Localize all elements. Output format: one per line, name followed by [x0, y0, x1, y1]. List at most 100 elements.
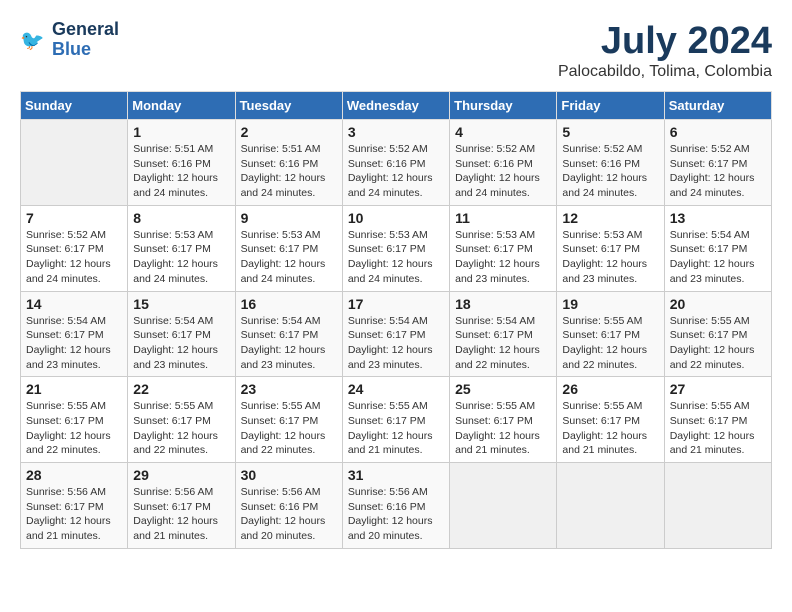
day-number: 4	[455, 124, 551, 140]
day-number: 27	[670, 381, 766, 397]
calendar-cell: 11 Sunrise: 5:53 AM Sunset: 6:17 PM Dayli…	[450, 205, 557, 291]
day-info: Sunrise: 5:53 AM Sunset: 6:17 PM Dayligh…	[562, 228, 658, 287]
day-info: Sunrise: 5:55 AM Sunset: 6:17 PM Dayligh…	[133, 399, 229, 458]
calendar-cell: 23 Sunrise: 5:55 AM Sunset: 6:17 PM Dayli…	[235, 377, 342, 463]
calendar-cell: 31 Sunrise: 5:56 AM Sunset: 6:16 PM Dayli…	[342, 463, 449, 549]
logo-text-general: General	[52, 19, 119, 39]
calendar-cell: 9Sunrise: 5:53 AM Sunset: 6:17 PM Daylig…	[235, 205, 342, 291]
calendar-cell	[664, 463, 771, 549]
logo: 🐦 General Blue	[20, 20, 119, 60]
day-number: 29	[133, 467, 229, 483]
day-number: 30	[241, 467, 337, 483]
calendar-week-row: 1 Sunrise: 5:51 AM Sunset: 6:16 PM Daylig…	[21, 120, 772, 206]
day-number: 20	[670, 296, 766, 312]
calendar-table: SundayMondayTuesdayWednesdayThursdayFrid…	[20, 91, 772, 549]
day-info: Sunrise: 5:52 AM Sunset: 6:17 PM Dayligh…	[670, 142, 766, 201]
day-info: Sunrise: 5:55 AM Sunset: 6:17 PM Dayligh…	[670, 314, 766, 373]
day-number: 1	[133, 124, 229, 140]
day-info: Sunrise: 5:54 AM Sunset: 6:17 PM Dayligh…	[26, 314, 122, 373]
day-info: Sunrise: 5:53 AM Sunset: 6:17 PM Dayligh…	[455, 228, 551, 287]
svg-text:🐦: 🐦	[20, 30, 44, 52]
day-info: Sunrise: 5:55 AM Sunset: 6:17 PM Dayligh…	[562, 399, 658, 458]
weekday-header-cell: Friday	[557, 92, 664, 120]
calendar-cell: 26 Sunrise: 5:55 AM Sunset: 6:17 PM Dayli…	[557, 377, 664, 463]
day-info: Sunrise: 5:56 AM Sunset: 6:16 PM Dayligh…	[241, 485, 337, 544]
day-number: 25	[455, 381, 551, 397]
location-title: Palocabildo, Tolima, Colombia	[558, 63, 772, 81]
calendar-cell: 20 Sunrise: 5:55 AM Sunset: 6:17 PM Dayli…	[664, 291, 771, 377]
calendar-cell	[21, 120, 128, 206]
day-number: 14	[26, 296, 122, 312]
day-info: Sunrise: 5:56 AM Sunset: 6:17 PM Dayligh…	[26, 485, 122, 544]
day-number: 18	[455, 296, 551, 312]
month-title: July 2024	[558, 20, 772, 63]
day-number: 10	[348, 210, 444, 226]
day-number: 2	[241, 124, 337, 140]
day-number: 17	[348, 296, 444, 312]
weekday-header-cell: Monday	[128, 92, 235, 120]
day-number: 16	[241, 296, 337, 312]
calendar-body: 1 Sunrise: 5:51 AM Sunset: 6:16 PM Daylig…	[21, 120, 772, 549]
weekday-header-cell: Thursday	[450, 92, 557, 120]
calendar-cell: 28Sunrise: 5:56 AM Sunset: 6:17 PM Dayli…	[21, 463, 128, 549]
calendar-cell: 19Sunrise: 5:55 AM Sunset: 6:17 PM Dayli…	[557, 291, 664, 377]
day-number: 5	[562, 124, 658, 140]
day-number: 23	[241, 381, 337, 397]
day-info: Sunrise: 5:55 AM Sunset: 6:17 PM Dayligh…	[562, 314, 658, 373]
day-info: Sunrise: 5:51 AM Sunset: 6:16 PM Dayligh…	[241, 142, 337, 201]
day-info: Sunrise: 5:53 AM Sunset: 6:17 PM Dayligh…	[241, 228, 337, 287]
day-info: Sunrise: 5:54 AM Sunset: 6:17 PM Dayligh…	[455, 314, 551, 373]
day-info: Sunrise: 5:55 AM Sunset: 6:17 PM Dayligh…	[670, 399, 766, 458]
day-info: Sunrise: 5:54 AM Sunset: 6:17 PM Dayligh…	[670, 228, 766, 287]
day-number: 8	[133, 210, 229, 226]
calendar-cell: 16Sunrise: 5:54 AM Sunset: 6:17 PM Dayli…	[235, 291, 342, 377]
day-info: Sunrise: 5:52 AM Sunset: 6:16 PM Dayligh…	[455, 142, 551, 201]
logo-text-blue: Blue	[52, 39, 91, 59]
day-info: Sunrise: 5:52 AM Sunset: 6:16 PM Dayligh…	[562, 142, 658, 201]
calendar-cell: 10Sunrise: 5:53 AM Sunset: 6:17 PM Dayli…	[342, 205, 449, 291]
calendar-cell: 8Sunrise: 5:53 AM Sunset: 6:17 PM Daylig…	[128, 205, 235, 291]
day-info: Sunrise: 5:55 AM Sunset: 6:17 PM Dayligh…	[348, 399, 444, 458]
calendar-cell: 14 Sunrise: 5:54 AM Sunset: 6:17 PM Dayli…	[21, 291, 128, 377]
weekday-header-row: SundayMondayTuesdayWednesdayThursdayFrid…	[21, 92, 772, 120]
day-number: 24	[348, 381, 444, 397]
day-info: Sunrise: 5:56 AM Sunset: 6:16 PM Dayligh…	[348, 485, 444, 544]
day-number: 26	[562, 381, 658, 397]
calendar-cell: 15 Sunrise: 5:54 AM Sunset: 6:17 PM Dayli…	[128, 291, 235, 377]
day-number: 6	[670, 124, 766, 140]
calendar-cell: 24 Sunrise: 5:55 AM Sunset: 6:17 PM Dayli…	[342, 377, 449, 463]
day-info: Sunrise: 5:55 AM Sunset: 6:17 PM Dayligh…	[26, 399, 122, 458]
calendar-cell: 12 Sunrise: 5:53 AM Sunset: 6:17 PM Dayli…	[557, 205, 664, 291]
weekday-header-cell: Tuesday	[235, 92, 342, 120]
day-number: 22	[133, 381, 229, 397]
logo-icon: 🐦	[20, 26, 48, 54]
calendar-cell: 27 Sunrise: 5:55 AM Sunset: 6:17 PM Dayli…	[664, 377, 771, 463]
weekday-header-cell: Wednesday	[342, 92, 449, 120]
weekday-header-cell: Saturday	[664, 92, 771, 120]
day-number: 15	[133, 296, 229, 312]
calendar-cell: 21 Sunrise: 5:55 AM Sunset: 6:17 PM Dayli…	[21, 377, 128, 463]
title-area: July 2024 Palocabildo, Tolima, Colombia	[558, 20, 772, 81]
calendar-cell: 5 Sunrise: 5:52 AM Sunset: 6:16 PM Daylig…	[557, 120, 664, 206]
calendar-cell: 2 Sunrise: 5:51 AM Sunset: 6:16 PM Daylig…	[235, 120, 342, 206]
day-number: 7	[26, 210, 122, 226]
calendar-week-row: 28Sunrise: 5:56 AM Sunset: 6:17 PM Dayli…	[21, 463, 772, 549]
day-number: 13	[670, 210, 766, 226]
day-number: 21	[26, 381, 122, 397]
day-number: 11	[455, 210, 551, 226]
calendar-week-row: 21 Sunrise: 5:55 AM Sunset: 6:17 PM Dayli…	[21, 377, 772, 463]
calendar-cell: 17 Sunrise: 5:54 AM Sunset: 6:17 PM Dayli…	[342, 291, 449, 377]
calendar-cell: 3Sunrise: 5:52 AM Sunset: 6:16 PM Daylig…	[342, 120, 449, 206]
day-number: 31	[348, 467, 444, 483]
day-info: Sunrise: 5:52 AM Sunset: 6:17 PM Dayligh…	[26, 228, 122, 287]
day-info: Sunrise: 5:54 AM Sunset: 6:17 PM Dayligh…	[133, 314, 229, 373]
calendar-cell: 29Sunrise: 5:56 AM Sunset: 6:17 PM Dayli…	[128, 463, 235, 549]
day-info: Sunrise: 5:55 AM Sunset: 6:17 PM Dayligh…	[241, 399, 337, 458]
calendar-cell: 7 Sunrise: 5:52 AM Sunset: 6:17 PM Daylig…	[21, 205, 128, 291]
calendar-cell: 4 Sunrise: 5:52 AM Sunset: 6:16 PM Daylig…	[450, 120, 557, 206]
weekday-header-cell: Sunday	[21, 92, 128, 120]
calendar-cell: 13 Sunrise: 5:54 AM Sunset: 6:17 PM Dayli…	[664, 205, 771, 291]
day-number: 12	[562, 210, 658, 226]
calendar-cell: 30 Sunrise: 5:56 AM Sunset: 6:16 PM Dayli…	[235, 463, 342, 549]
day-info: Sunrise: 5:54 AM Sunset: 6:17 PM Dayligh…	[348, 314, 444, 373]
